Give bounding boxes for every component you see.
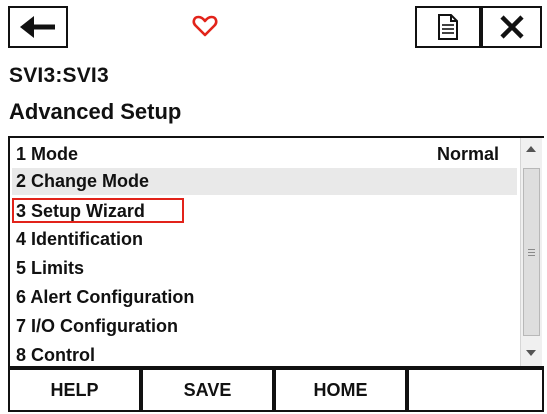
back-button[interactable] xyxy=(8,6,68,48)
left-arrow-icon xyxy=(20,16,55,38)
menu-item-change-mode[interactable]: 2 Change Mode xyxy=(12,168,517,195)
menu-item-label: 5 Limits xyxy=(16,258,85,278)
scroll-up-icon[interactable] xyxy=(526,146,536,152)
menu-item-alert-configuration[interactable]: 6 Alert Configuration xyxy=(12,284,517,311)
document-icon xyxy=(438,14,458,40)
menu-list: 1 Mode Normal 2 Change Mode 3 Setup Wiza… xyxy=(8,136,544,368)
menu-item-label: 6 Alert Configuration xyxy=(16,287,195,307)
grip-line xyxy=(528,252,535,253)
menu-item-setup-wizard[interactable]: 3 Setup Wizard xyxy=(12,198,517,225)
menu-item-control[interactable]: 8 Control xyxy=(12,342,517,366)
menu-item-label: 3 Setup Wizard xyxy=(16,201,145,221)
scroll-thumb[interactable] xyxy=(523,168,540,336)
help-button[interactable]: HELP xyxy=(8,368,141,412)
close-button[interactable] xyxy=(481,6,542,48)
save-button[interactable]: SAVE xyxy=(141,368,274,412)
device-name: SVI3:SVI3 xyxy=(9,64,109,87)
menu-item-label: 8 Control xyxy=(16,345,95,365)
page-title: Advanced Setup xyxy=(9,99,182,124)
top-toolbar xyxy=(0,0,547,52)
menu-item-label: 1 Mode xyxy=(16,144,79,164)
menu-item-identification[interactable]: 4 Identification xyxy=(12,226,517,253)
grip-line xyxy=(528,255,535,256)
empty-softkey xyxy=(407,368,544,412)
bottom-button-bar: HELP SAVE HOME xyxy=(0,368,547,414)
home-button[interactable]: HOME xyxy=(274,368,407,412)
menu-item-label: 2 Change Mode xyxy=(16,171,150,191)
menu-item-limits[interactable]: 5 Limits xyxy=(12,255,517,282)
scroll-down-icon[interactable] xyxy=(526,350,536,356)
menu-item-value: Normal xyxy=(436,144,499,164)
menu-item-label: 4 Identification xyxy=(16,229,144,249)
menu-item-io-configuration[interactable]: 7 I/O Configuration xyxy=(12,313,517,340)
close-x-icon xyxy=(499,15,524,39)
screen: SVI3:SVI3 Advanced Setup 1 Mode Normal 2… xyxy=(0,0,547,414)
grip-line xyxy=(528,249,535,250)
menu-item-mode[interactable]: 1 Mode Normal xyxy=(12,141,517,168)
menu-item-label: 7 I/O Configuration xyxy=(16,316,178,336)
document-button[interactable] xyxy=(415,6,481,48)
heart-outline-icon[interactable] xyxy=(192,14,218,38)
vertical-scrollbar[interactable] xyxy=(520,138,542,366)
